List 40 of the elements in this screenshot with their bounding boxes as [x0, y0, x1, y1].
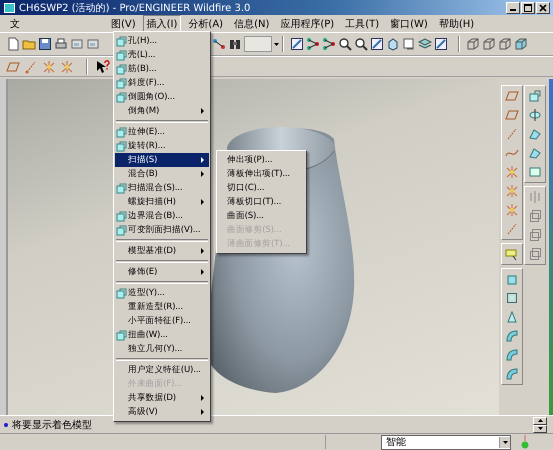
menu-item[interactable]: 混合(B) [115, 167, 209, 181]
menu-item[interactable]: 螺旋扫描(H) [115, 195, 209, 209]
menu-item[interactable]: 图(V) [107, 14, 140, 32]
menu-item[interactable]: 独立几何(Y)... [115, 342, 209, 356]
menu-item[interactable]: 共享数据(D) [115, 391, 209, 405]
menu-item[interactable]: 薄板切口(T)... [218, 195, 305, 209]
menu-item[interactable]: 旋转(R)... [115, 139, 209, 153]
menu-item[interactable]: 扫描混合(S)... [115, 181, 209, 195]
menu-item[interactable]: 高级(V) [115, 405, 209, 419]
menu-item[interactable]: 壳(L)... [115, 48, 209, 62]
menu-item[interactable]: 孔(H)... [115, 34, 209, 48]
menu-item[interactable]: 可变剖面扫描(V)... [115, 223, 209, 237]
menu-item[interactable]: 模型基准(D) [115, 244, 209, 258]
menu-item[interactable]: 工具(T) [341, 14, 384, 32]
window-title: CH6SWP2 (活动的) - Pro/ENGINEER Wildfire 3.0 [19, 2, 252, 14]
menu-item[interactable]: 信息(N) [230, 14, 274, 32]
menu-item[interactable]: 筋(B)... [115, 62, 209, 76]
menu-item[interactable]: 小平面特征(F)... [115, 314, 209, 328]
menu-item[interactable]: 窗口(W) [386, 14, 432, 32]
menu-item[interactable]: 拉伸(E)... [115, 125, 209, 139]
menu-item[interactable]: 帮助(H) [434, 14, 478, 32]
menu-item[interactable]: 重新造型(R)... [115, 300, 209, 314]
menu-item[interactable]: 薄板伸出项(T)... [218, 167, 305, 181]
menu-item[interactable]: 伸出项(P)... [218, 153, 305, 167]
menu-item[interactable]: 用户定义特征(U)... [115, 363, 209, 377]
menu-item[interactable]: 扭曲(W)... [115, 328, 209, 342]
filter-dropdown[interactable]: 智能 [381, 434, 511, 450]
menu-item[interactable]: 边界混合(B)... [115, 209, 209, 223]
menu-item[interactable]: 曲面(S)... [218, 209, 305, 223]
menu-item[interactable]: 文 [6, 14, 24, 32]
menu-item[interactable]: 切口(C)... [218, 181, 305, 195]
menu-item[interactable]: 斜度(F)... [115, 76, 209, 90]
menu-item[interactable]: 分析(A) [184, 14, 228, 32]
menu-item[interactable]: 应用程序(P) [276, 14, 338, 32]
menu-item[interactable]: 修饰(E) [115, 265, 209, 279]
status-message: 将要显示着色模型 [12, 418, 93, 432]
menu-item[interactable]: 倒角(M) [115, 104, 209, 118]
menu-item[interactable]: 造型(Y)... [115, 286, 209, 300]
menu-item[interactable]: 扫描(S) [115, 153, 209, 167]
menu-item[interactable]: 倒圆角(O)... [115, 90, 209, 104]
